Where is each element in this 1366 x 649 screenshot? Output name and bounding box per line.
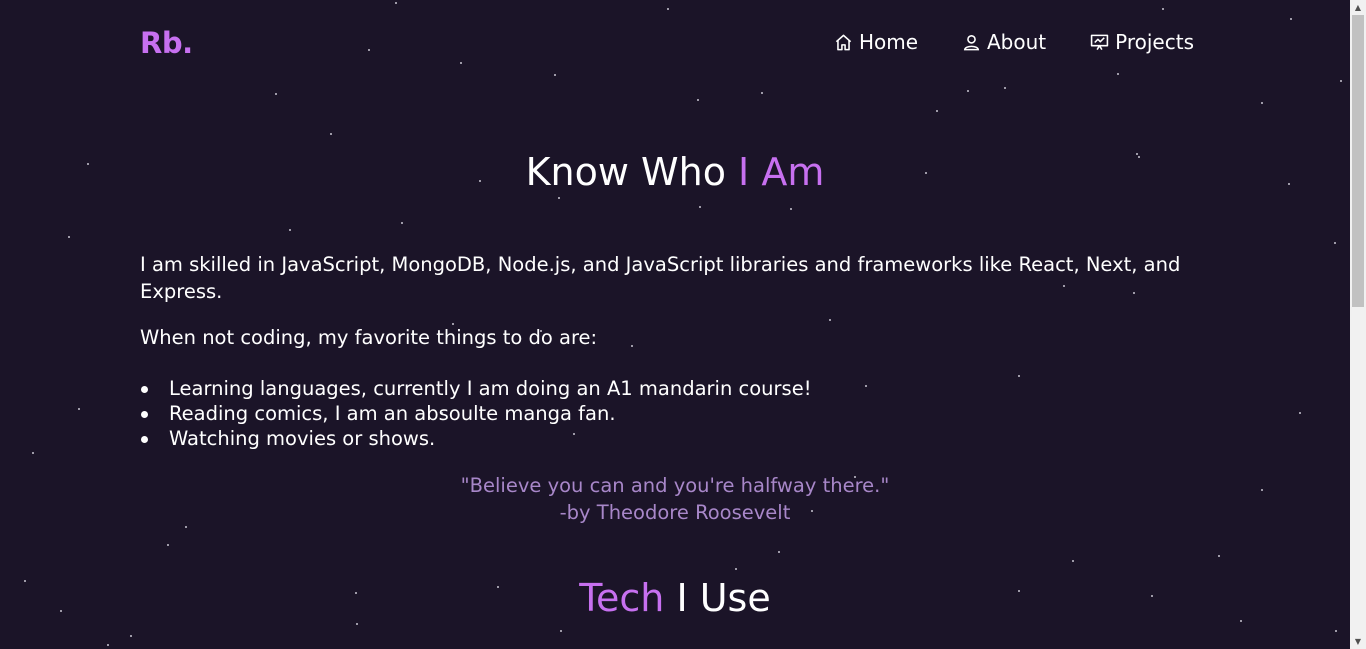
star-dot <box>32 452 34 454</box>
tech-heading-main: I Use <box>664 576 771 620</box>
star-dot <box>1340 80 1342 82</box>
star-dot <box>289 229 291 231</box>
star-dot <box>1117 73 1119 75</box>
star-dot <box>107 644 109 646</box>
hobbies-list: Learning languages, currently I am doing… <box>140 376 812 451</box>
scroll-down-arrow-icon[interactable]: ▼ <box>1350 634 1366 649</box>
star-dot <box>936 110 938 112</box>
quote-author: -by Theodore Roosevelt <box>559 501 791 524</box>
tech-heading-accent: Tech <box>579 576 665 620</box>
star-dot <box>130 635 132 637</box>
navbar: Home About Projects <box>834 30 1194 54</box>
quote-text: "Believe you can and you're halfway ther… <box>460 474 890 497</box>
star-dot <box>275 93 277 95</box>
star-dot <box>167 544 169 546</box>
star-dot <box>790 208 792 210</box>
hobbies-intro: When not coding, my favorite things to d… <box>140 326 598 349</box>
star-dot <box>1290 18 1292 20</box>
star-dot <box>78 408 80 410</box>
star-dot <box>460 62 462 64</box>
star-dot <box>865 385 867 387</box>
star-dot <box>401 222 403 224</box>
star-dot <box>356 623 358 625</box>
quote: "Believe you can and you're halfway ther… <box>0 472 1350 526</box>
star-dot <box>1218 555 1220 557</box>
star-dot <box>761 92 763 94</box>
star-dot <box>560 630 562 632</box>
star-dot <box>1261 102 1263 104</box>
nav-home[interactable]: Home <box>834 30 918 54</box>
list-item: Learning languages, currently I am doing… <box>140 376 812 401</box>
page: Rb. Home About Projects Know Who I Am I … <box>0 0 1350 649</box>
star-dot <box>185 526 187 528</box>
nav-about[interactable]: About <box>962 30 1046 54</box>
star-dot <box>330 133 332 135</box>
nav-about-label: About <box>987 30 1047 54</box>
star-dot <box>1162 8 1164 10</box>
star-dot <box>697 99 699 101</box>
star-dot <box>1334 242 1336 244</box>
star-dot <box>395 2 397 4</box>
about-heading-main: Know Who <box>525 150 739 194</box>
list-item: Reading comics, I am an absoulte manga f… <box>140 401 812 426</box>
logo[interactable]: Rb. <box>140 26 193 60</box>
star-dot <box>1299 412 1301 414</box>
projects-icon <box>1090 34 1109 50</box>
nav-projects-label: Projects <box>1115 30 1194 54</box>
star-dot <box>778 551 780 553</box>
list-item: Watching movies or shows. <box>140 426 812 451</box>
star-dot <box>829 319 831 321</box>
star-dot <box>1335 630 1337 632</box>
skills-paragraph: I am skilled in JavaScript, MongoDB, Nod… <box>140 253 1181 303</box>
star-dot <box>699 206 701 208</box>
star-dot <box>558 197 560 199</box>
home-icon <box>835 34 852 50</box>
scroll-thumb[interactable] <box>1352 15 1364 307</box>
nav-home-label: Home <box>858 30 918 54</box>
star-dot <box>68 236 70 238</box>
star-dot <box>735 568 737 570</box>
scroll-up-arrow-icon[interactable]: ▲ <box>1350 0 1366 15</box>
about-heading: Know Who I Am <box>0 150 1350 194</box>
star-dot <box>967 90 969 92</box>
star-dot <box>1240 620 1242 622</box>
star-dot <box>1018 375 1020 377</box>
nav-projects[interactable]: Projects <box>1090 30 1194 54</box>
scrollbar[interactable]: ▲ ▼ <box>1350 0 1366 649</box>
star-dot <box>554 74 556 76</box>
about-heading-accent: I Am <box>738 150 825 194</box>
star-dot <box>667 8 669 10</box>
tech-heading: Tech I Use <box>0 576 1350 620</box>
star-dot <box>368 49 370 51</box>
star-dot <box>1072 560 1074 562</box>
star-dot <box>1004 87 1006 89</box>
user-icon <box>963 34 980 50</box>
